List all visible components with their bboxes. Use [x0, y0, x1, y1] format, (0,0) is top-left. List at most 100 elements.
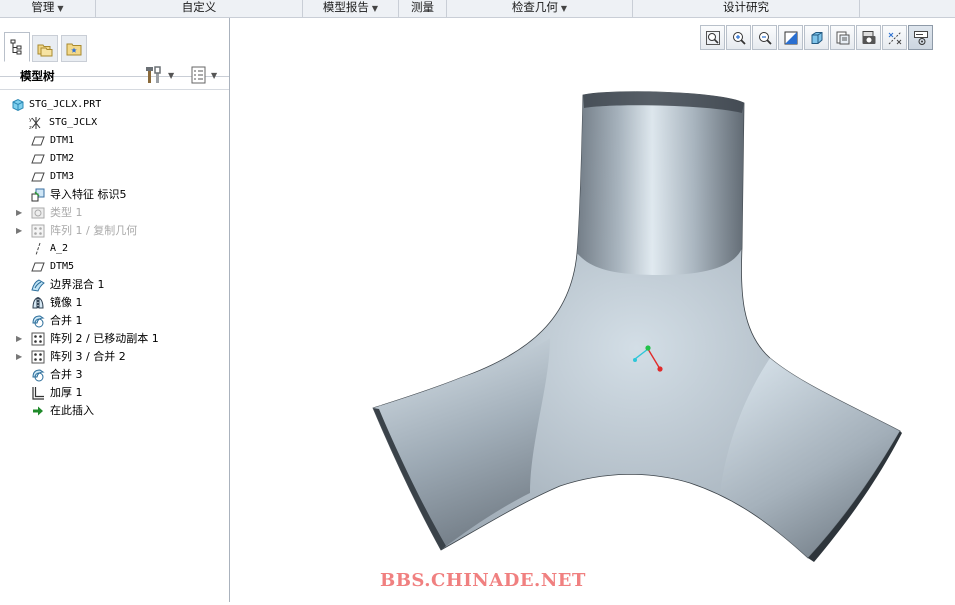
datum-display-icon	[888, 31, 901, 44]
tree-item-pattern-2[interactable]: ▶ 阵列 2 / 已移动副本 1	[0, 330, 229, 348]
merge-icon	[31, 314, 45, 328]
tools-icon	[146, 66, 161, 83]
chevron-down-icon: ▼	[168, 70, 175, 80]
repaint-button[interactable]	[778, 25, 803, 50]
y-junction-model[interactable]	[230, 53, 955, 602]
refit-icon	[705, 30, 720, 45]
tree-item-label: DTM5	[50, 261, 75, 272]
mirror-icon	[31, 296, 45, 310]
tree-item-pattern-1[interactable]: ▶ 阵列 1 / 复制几何	[0, 222, 229, 240]
menu-inspect-geometry[interactable]: 检查几何 ▼	[447, 0, 633, 17]
graphics-window[interactable]	[230, 53, 955, 602]
expand-arrow-icon[interactable]: ▶	[16, 330, 26, 348]
tree-item-type-1[interactable]: ▶ 类型 1	[0, 204, 229, 222]
refit-button[interactable]	[700, 25, 725, 50]
tree-item-import-feature[interactable]: 导入特征 标识5	[0, 186, 229, 204]
tab-model-tree[interactable]	[4, 32, 30, 62]
zoom-out-icon	[758, 31, 772, 45]
tree-item-label: 类型 1	[50, 206, 83, 219]
watermark-text: BBS.CHINADE.NET	[380, 570, 586, 591]
tree-item-insert-here[interactable]: 在此插入	[0, 402, 229, 420]
model-tree-icon	[10, 39, 22, 55]
left-tube-shading	[373, 338, 550, 550]
type-feature-icon	[31, 206, 45, 220]
datum-plane-icon	[31, 152, 45, 166]
tree-item-label: DTM2	[50, 153, 75, 164]
tree-item-boundary-blend[interactable]: 边界混合 1	[0, 276, 229, 294]
pattern-icon	[31, 350, 45, 364]
tree-item-merge-1[interactable]: 合并 1	[0, 312, 229, 330]
tree-item-axis[interactable]: A_2	[0, 240, 229, 258]
menu-design-study[interactable]: 设计研究	[633, 0, 860, 17]
top-tube-shading	[577, 91, 744, 275]
tree-item-label: DTM3	[50, 171, 75, 182]
expand-arrow-icon[interactable]: ▶	[16, 222, 26, 240]
svg-text:y: y	[29, 117, 32, 123]
tree-item-label: 在此插入	[50, 404, 94, 417]
import-feature-icon	[31, 188, 45, 202]
tree-item-label: 合并 3	[50, 368, 83, 381]
view-manager-icon	[862, 30, 875, 44]
model-tree-title: 模型树	[20, 69, 55, 83]
tree-item-dtm2[interactable]: DTM2	[0, 150, 229, 168]
tree-item-label: STG_JCLX.PRT	[29, 99, 102, 110]
menu-manage[interactable]: 管理 ▼	[0, 0, 96, 17]
repaint-icon	[784, 31, 797, 44]
tree-item-dtm5[interactable]: DTM5	[0, 258, 229, 276]
merge-icon	[31, 368, 45, 382]
datum-display-button[interactable]	[882, 25, 907, 50]
menu-customize[interactable]: 自定义	[96, 0, 303, 17]
tree-item-dtm3[interactable]: DTM3	[0, 168, 229, 186]
datum-plane-icon	[31, 260, 45, 274]
tree-item-label: 阵列 2 / 已移动副本 1	[50, 332, 159, 345]
chevron-down-icon: ▼	[57, 4, 64, 13]
menu-measure[interactable]: 测量	[399, 0, 447, 17]
tree-item-pattern-3[interactable]: ▶ 阵列 3 / 合并 2	[0, 348, 229, 366]
insert-here-arrow-icon	[31, 404, 45, 418]
chevron-down-icon: ▼	[560, 4, 568, 13]
chevron-down-icon: ▼	[371, 4, 379, 13]
menu-model-report[interactable]: 模型报告 ▼	[303, 0, 399, 17]
tree-item-label: A_2	[50, 243, 69, 254]
ribbon-group-bar: 管理 ▼ 自定义 模型报告 ▼ 测量 检查几何 ▼ 设计研究	[0, 0, 955, 18]
annotation-display-icon	[913, 30, 928, 45]
tree-item-merge-3[interactable]: 合并 3	[0, 366, 229, 384]
tree-item-label: DTM1	[50, 135, 75, 146]
display-style-button[interactable]	[804, 25, 829, 50]
svg-text:z: z	[29, 125, 32, 130]
tree-item-label: 镜像 1	[50, 296, 83, 309]
boundary-blend-icon	[31, 278, 45, 292]
pattern-icon	[31, 332, 45, 346]
zoom-out-button[interactable]	[752, 25, 777, 50]
thicken-icon	[31, 386, 45, 400]
coordinate-system-icon: yz	[29, 116, 43, 130]
tree-item-label: STG_JCLX	[49, 117, 98, 128]
chevron-down-icon: ▼	[211, 70, 218, 80]
tree-item-label: 导入特征 标识5	[50, 188, 127, 201]
columns-icon	[191, 66, 206, 84]
zoom-in-button[interactable]	[726, 25, 751, 50]
expand-arrow-icon[interactable]: ▶	[16, 204, 26, 222]
part-icon	[11, 98, 25, 112]
tree-item-label: 边界混合 1	[50, 278, 105, 291]
tree-item-label: 阵列 3 / 合并 2	[50, 350, 126, 363]
annotation-display-button[interactable]	[908, 25, 933, 50]
tree-item-dtm1[interactable]: DTM1	[0, 132, 229, 150]
tree-settings-button[interactable]: ▼	[145, 65, 174, 85]
tree-show-button[interactable]: ▼	[190, 65, 217, 85]
tree-item-csys[interactable]: yz STG_JCLX	[0, 114, 229, 132]
pattern-icon	[31, 224, 45, 238]
datum-plane-icon	[31, 170, 45, 184]
navigator-panel: 模型树 ▼ ▼ STG_JCLX.PRT y z STG_JCLX DTM1 D…	[0, 18, 230, 602]
tab-favorites[interactable]	[61, 35, 87, 62]
tab-folder-browser[interactable]	[32, 35, 58, 62]
tree-item-mirror[interactable]: 镜像 1	[0, 294, 229, 312]
zoom-in-icon	[732, 31, 746, 45]
favorites-icon	[66, 43, 82, 55]
tree-item-part[interactable]: STG_JCLX.PRT	[0, 96, 229, 114]
view-manager-button[interactable]	[856, 25, 881, 50]
tree-item-thicken[interactable]: 加厚 1	[0, 384, 229, 402]
tree-item-label: 合并 1	[50, 314, 83, 327]
saved-orientations-button[interactable]	[830, 25, 855, 50]
expand-arrow-icon[interactable]: ▶	[16, 348, 26, 366]
